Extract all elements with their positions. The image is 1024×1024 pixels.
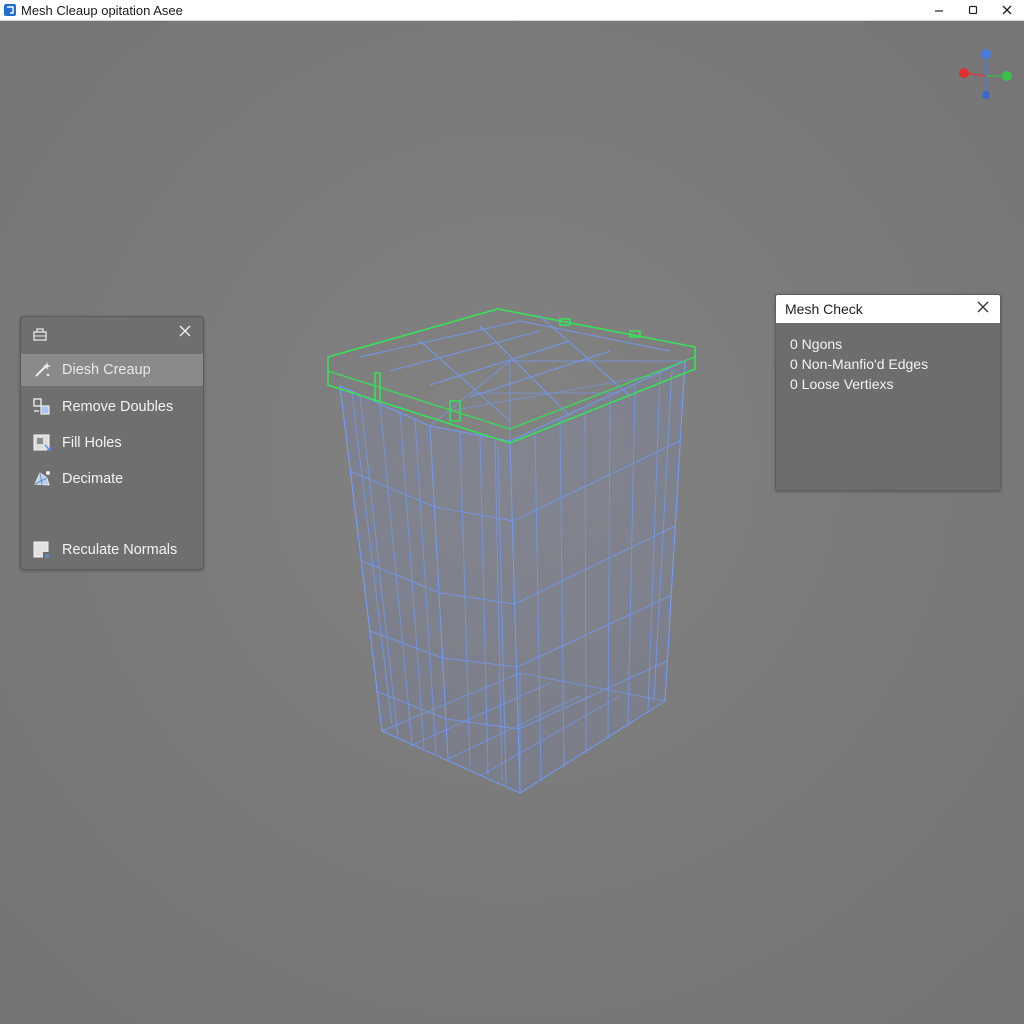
tool-item-label: Reculate Normals <box>62 542 178 558</box>
mesh-check-results: 0 Ngons 0 Non-Manfio'd Edges 0 Loose Ver… <box>776 323 1000 394</box>
minimize-button[interactable] <box>922 0 956 20</box>
tool-panel-header <box>21 317 203 351</box>
mesh-check-title: Mesh Check <box>785 301 863 317</box>
tool-item-mesh-cleanup[interactable]: Diesh Creaup <box>21 354 203 386</box>
app-icon <box>4 4 16 16</box>
tool-item-remove-doubles[interactable]: Remove Doubles <box>21 391 203 423</box>
app-window: Mesh Cleaup opitation Asee Diesh Creaup … <box>0 0 1024 1024</box>
tool-item-label: Decimate <box>62 471 124 487</box>
non-manifold-edges-count: 0 Non-Manfio'd Edges <box>790 356 929 372</box>
maximize-icon <box>968 5 978 15</box>
normals-icon <box>33 541 50 558</box>
close-icon <box>179 325 191 337</box>
window-controls <box>922 0 1024 20</box>
close-button[interactable] <box>990 0 1024 20</box>
ngons-count: 0 Ngons <box>790 336 843 352</box>
tool-item-label: Fill Holes <box>62 435 122 451</box>
x-axis-red <box>959 68 969 78</box>
z-axis-blue <box>981 49 991 59</box>
merge-vertices-icon <box>33 398 50 415</box>
tool-item-recalculate-normals[interactable]: Reculate Normals <box>21 534 203 566</box>
title-bar: Mesh Cleaup opitation Asee <box>0 0 1024 21</box>
fill-holes-icon <box>33 434 51 451</box>
tool-item-label: Diesh Creaup <box>62 362 151 378</box>
loose-vertices-count: 0 Loose Vertiexs <box>790 376 894 392</box>
tool-item-fill-holes[interactable]: Fill Holes <box>21 427 203 459</box>
mesh-check-close-button[interactable] <box>975 300 991 316</box>
y-axis-green <box>1002 71 1012 81</box>
tool-panel-close-button[interactable] <box>177 324 193 340</box>
orientation-gizmo[interactable] <box>956 47 1016 103</box>
mesh-tools-panel: Diesh Creaup Remove Doubles Fill Holes D… <box>20 316 204 570</box>
decimate-icon <box>34 471 50 486</box>
wireframe-mesh[interactable] <box>320 301 710 801</box>
close-icon <box>977 301 989 313</box>
magic-wand-icon <box>35 362 51 377</box>
3d-viewport[interactable]: Diesh Creaup Remove Doubles Fill Holes D… <box>0 21 1024 1024</box>
tool-item-label: Remove Doubles <box>62 399 174 415</box>
tool-item-decimate[interactable]: Decimate <box>21 463 203 495</box>
mesh-check-header: Mesh Check <box>776 295 1000 323</box>
close-icon <box>1002 5 1012 15</box>
mesh-check-panel: Mesh Check 0 Ngons 0 Non-Manfio'd Edges … <box>775 294 1001 491</box>
maximize-button[interactable] <box>956 0 990 20</box>
minimize-icon <box>935 10 943 12</box>
wrench-toolbox-icon <box>33 328 47 341</box>
window-title: Mesh Cleaup opitation Asee <box>21 2 183 18</box>
